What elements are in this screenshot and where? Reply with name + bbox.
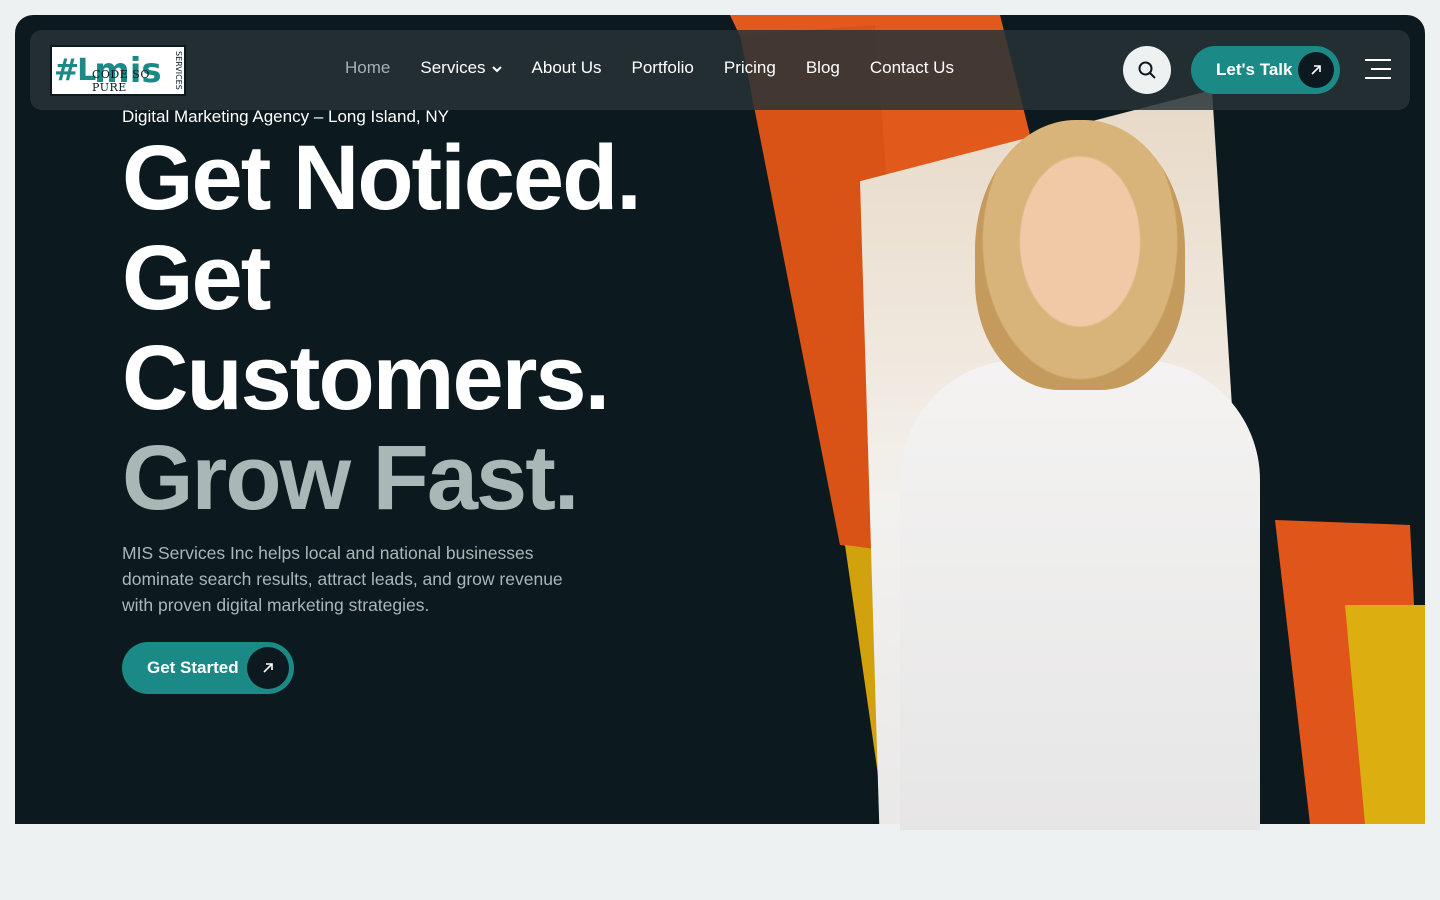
main-menu: Home Services About Us Portfolio Pricing…: [345, 58, 954, 78]
headline-line-3: Customers.: [122, 327, 610, 429]
hamburger-icon[interactable]: [1365, 59, 1391, 81]
hero-description: MIS Services Inc helps local and nationa…: [122, 543, 563, 615]
headline-line-1: Get Noticed.: [122, 127, 642, 229]
nav-portfolio[interactable]: Portfolio: [631, 58, 693, 78]
hero-eyebrow: Digital Marketing Agency – Long Island, …: [122, 107, 449, 126]
search-button[interactable]: [1123, 46, 1171, 94]
person-head: [975, 120, 1185, 390]
nav-pricing[interactable]: Pricing: [724, 58, 776, 78]
get-started-button[interactable]: Get Started: [122, 642, 294, 694]
nav-blog[interactable]: Blog: [806, 58, 840, 78]
logo-mark: #L: [54, 52, 96, 88]
person-figure: [900, 360, 1260, 830]
logo-tagline: CODE SO PURE: [92, 68, 150, 94]
nav-contact-us[interactable]: Contact Us: [870, 58, 954, 78]
site-logo[interactable]: #L mis CODE SO PURE SERVICES: [50, 45, 186, 96]
logo-side-text: SERVICES: [174, 51, 183, 90]
chevron-down-icon: [491, 62, 502, 76]
lets-talk-button[interactable]: Let's Talk: [1191, 46, 1340, 94]
headline-line-4: Grow Fast.: [122, 427, 579, 529]
arrow-up-right-icon: [247, 647, 289, 689]
lets-talk-label: Let's Talk: [1216, 60, 1293, 79]
nav-services[interactable]: Services: [420, 58, 502, 78]
get-started-label: Get Started: [147, 658, 239, 677]
nav-services-label: Services: [420, 58, 486, 77]
nav-about-us[interactable]: About Us: [532, 58, 602, 78]
headline-line-2: Get: [122, 227, 271, 329]
nav-home[interactable]: Home: [345, 58, 390, 78]
search-icon: [1138, 61, 1156, 79]
arrow-up-right-icon: [1298, 52, 1334, 88]
hero-headline: Get Noticed. Get Customers. Grow Fast.: [122, 128, 742, 528]
